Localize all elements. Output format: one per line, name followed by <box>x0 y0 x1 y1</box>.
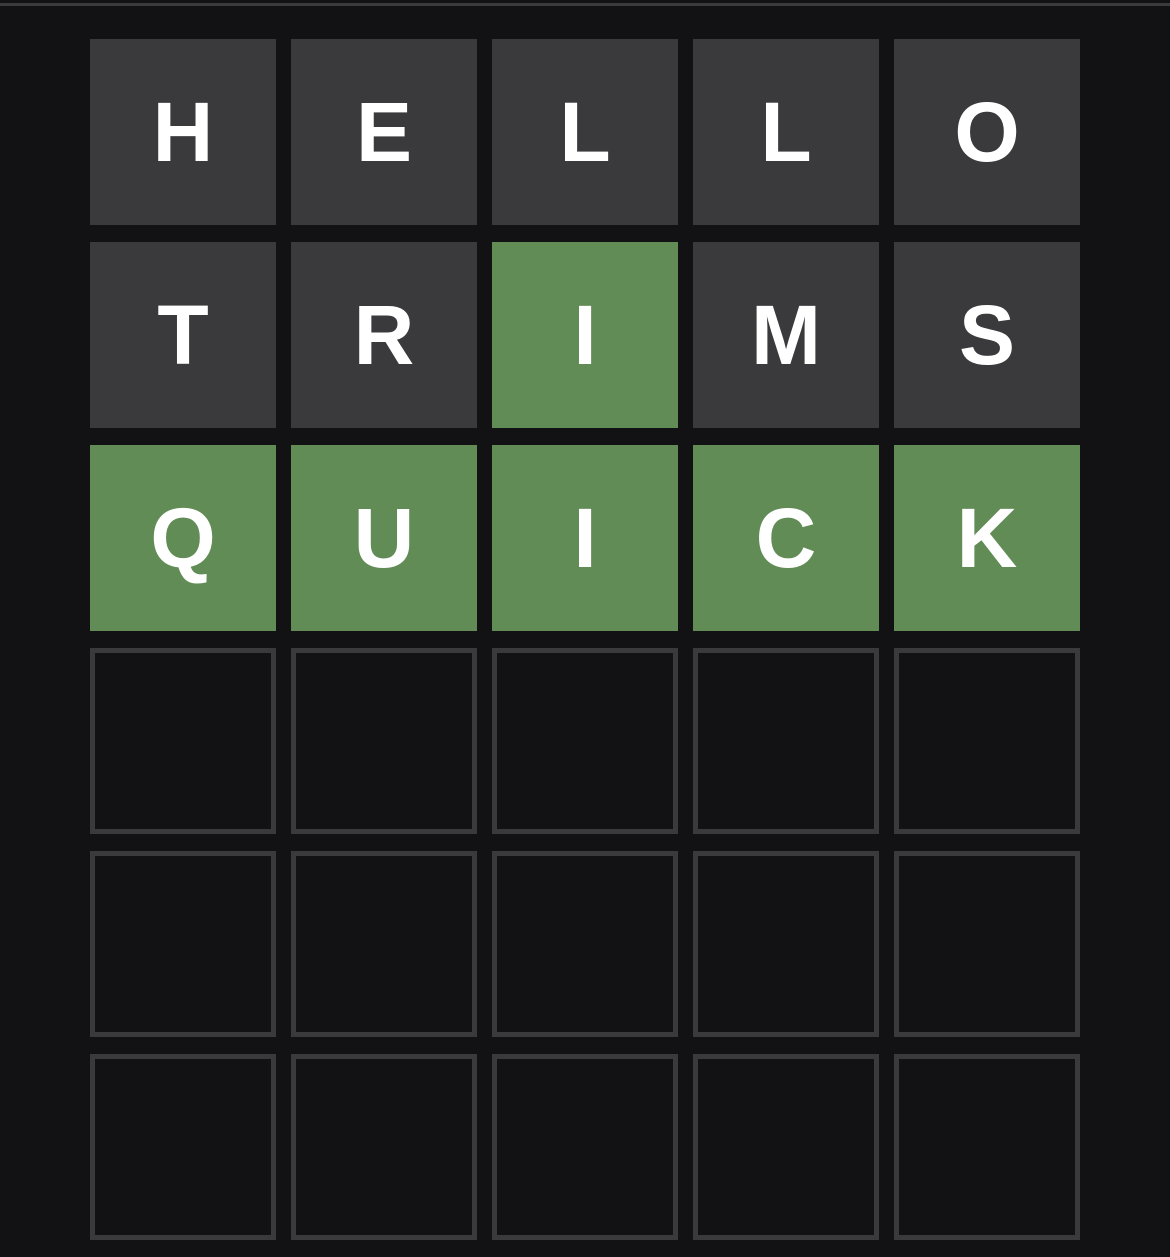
letter-tile-absent: M <box>693 242 879 428</box>
empty-tile <box>291 851 477 1037</box>
empty-tile <box>291 648 477 834</box>
letter-tile-absent: S <box>894 242 1080 428</box>
empty-tile <box>492 851 678 1037</box>
letter-tile-absent: E <box>291 39 477 225</box>
empty-tile <box>693 1054 879 1240</box>
letter-tile-absent: H <box>90 39 276 225</box>
empty-tile <box>492 1054 678 1240</box>
guess-row-2: T R I M S <box>90 242 1080 428</box>
guess-row-3: Q U I C K <box>90 445 1080 631</box>
guess-row-1: H E L L O <box>90 39 1080 225</box>
empty-tile <box>693 648 879 834</box>
empty-tile <box>693 851 879 1037</box>
empty-tile <box>90 648 276 834</box>
letter-tile-absent: R <box>291 242 477 428</box>
empty-tile <box>291 1054 477 1240</box>
letter-tile-correct: Q <box>90 445 276 631</box>
empty-tile <box>894 648 1080 834</box>
empty-tile <box>894 1054 1080 1240</box>
guess-row-4 <box>90 648 1080 834</box>
guess-row-5 <box>90 851 1080 1037</box>
letter-tile-correct: I <box>492 242 678 428</box>
letter-tile-correct: K <box>894 445 1080 631</box>
letter-tile-absent: O <box>894 39 1080 225</box>
letter-tile-correct: C <box>693 445 879 631</box>
empty-tile <box>90 851 276 1037</box>
letter-tile-correct: I <box>492 445 678 631</box>
letter-tile-absent: L <box>492 39 678 225</box>
game-board: H E L L O T R I M S Q U I C K <box>90 39 1080 1257</box>
top-divider <box>0 3 1170 6</box>
empty-tile <box>492 648 678 834</box>
guess-row-6 <box>90 1054 1080 1240</box>
letter-tile-absent: T <box>90 242 276 428</box>
empty-tile <box>894 851 1080 1037</box>
letter-tile-correct: U <box>291 445 477 631</box>
letter-tile-absent: L <box>693 39 879 225</box>
empty-tile <box>90 1054 276 1240</box>
